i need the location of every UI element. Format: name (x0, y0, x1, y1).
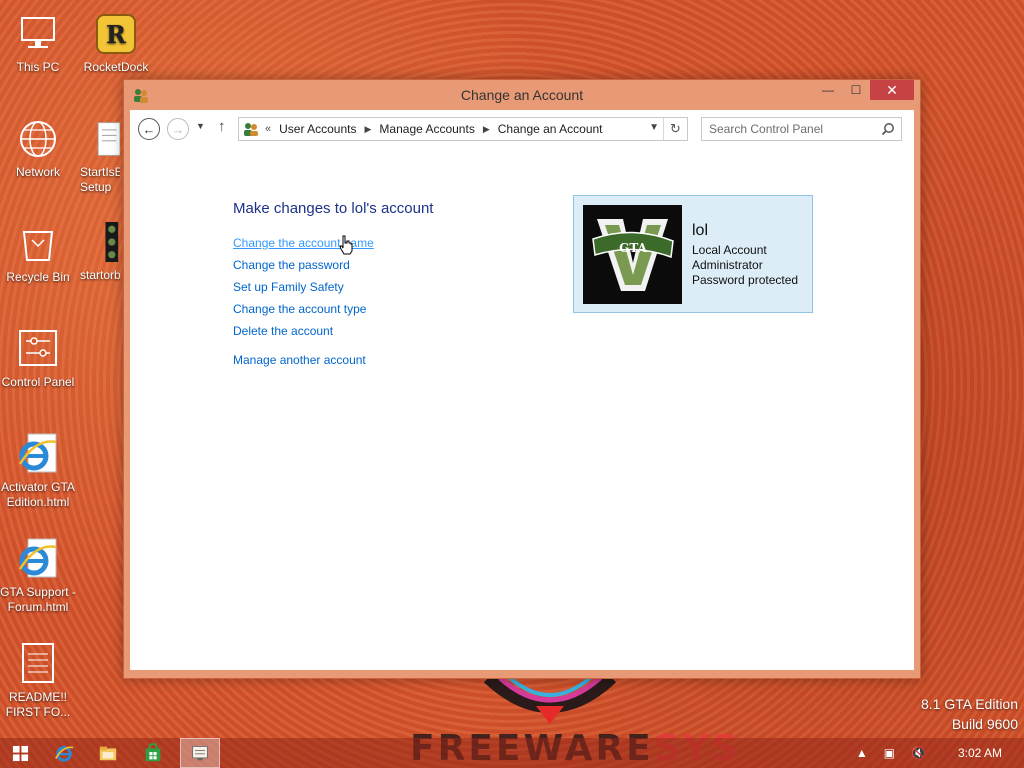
desktop-icon-label: Network (15, 165, 60, 179)
minimize-button[interactable]: — (814, 80, 842, 100)
computer-icon (14, 10, 62, 58)
desktop-icon-activator-html[interactable]: Activator GTA Edition.html (0, 430, 76, 510)
system-tray: ▲ ▣ 🔇 (848, 738, 934, 768)
control-panel-taskbar-icon[interactable] (180, 738, 220, 768)
desktop-icon-readme[interactable]: README!! FIRST FO... (0, 640, 76, 720)
startorb-image-icon (80, 218, 120, 266)
taskbar-clock[interactable]: 3:02 AM (958, 746, 1002, 760)
close-button[interactable]: ✕ (870, 80, 914, 100)
change-account-window: Change an Account — ☐ ✕ ← → ▼ ↑ « User A… (123, 79, 921, 679)
breadcrumb-arrow-icon[interactable]: ▶ (365, 124, 372, 135)
build-edition: 8.1 GTA Edition (920, 696, 1018, 712)
window-content: ← → ▼ ↑ « User Accounts ▶ Manage Account… (130, 110, 914, 670)
account-avatar: GTA (583, 205, 682, 304)
desktop-icon-label: GTA Support - Forum.html (0, 585, 76, 614)
build-number: Build 9600 (951, 716, 1018, 732)
desktop-icon-label: RocketDock (83, 60, 149, 74)
page-heading: Make changes to lol's account (233, 200, 434, 217)
user-accounts-icon (244, 123, 258, 136)
manage-another-account-link[interactable]: Manage another account (233, 349, 374, 371)
desktop-icon-control-panel[interactable]: Control Panel (0, 325, 76, 390)
breadcrumb-user-accounts[interactable]: User Accounts (279, 122, 356, 136)
desktop-icon-this-pc[interactable]: This PC (0, 10, 76, 75)
desktop-icon-label: Activator GTA Edition.html (1, 480, 75, 509)
desktop-icon-rocketdock[interactable]: R RocketDock (78, 10, 154, 75)
store-icon[interactable] (133, 738, 173, 768)
desktop-icon-startisback[interactable]: StartIsBack Setup (80, 115, 120, 195)
account-role: Administrator (692, 258, 763, 272)
breadcrumb-overflow[interactable]: « (265, 123, 271, 135)
build-info: 8.1 GTA Edition Build 9600 (921, 694, 1018, 734)
breadcrumb-change-account[interactable]: Change an Account (498, 122, 603, 136)
rocketdock-icon: R (92, 10, 140, 58)
window-title: Change an Account (460, 87, 584, 103)
taskbar: ▲ ▣ 🔇 3:02 AM (0, 738, 1024, 768)
watermark-logo-icon (483, 676, 617, 724)
account-type: Local Account (692, 243, 767, 257)
maximize-button[interactable]: ☐ (842, 80, 870, 100)
back-arrow-icon[interactable]: ← (138, 118, 160, 140)
recycle-bin-icon (14, 220, 62, 268)
internet-explorer-icon (14, 430, 62, 478)
show-hidden-icons-icon[interactable]: ▲ (856, 746, 868, 760)
volume-muted-icon[interactable]: 🔇 (911, 746, 926, 760)
search-input[interactable] (709, 122, 874, 136)
address-bar[interactable]: « User Accounts ▶ Manage Accounts ▶ Chan… (238, 117, 688, 141)
account-details: Local Account Administrator Password pro… (692, 243, 798, 288)
desktop-icon-label: Recycle Bin (6, 270, 70, 284)
internet-explorer-icon (14, 535, 62, 583)
file-explorer-icon[interactable] (88, 738, 128, 768)
desktop-icon-label: README!! FIRST FO... (5, 690, 71, 719)
network-globe-icon (14, 115, 62, 163)
gta-v-logo-icon: GTA (583, 205, 682, 304)
address-dropdown-icon[interactable]: ▼ (649, 122, 659, 133)
avatar-text: GTA (619, 241, 648, 255)
account-card: GTA lol Local Account Administrator Pass… (573, 195, 813, 313)
breadcrumb-arrow-icon[interactable]: ▶ (483, 124, 490, 135)
desktop-icon-network[interactable]: Network (0, 115, 76, 180)
change-password-link[interactable]: Change the password (233, 254, 374, 276)
internet-explorer-icon[interactable] (44, 738, 84, 768)
account-status: Password protected (692, 273, 799, 287)
family-safety-link[interactable]: Set up Family Safety (233, 276, 374, 298)
search-icon[interactable] (881, 122, 895, 136)
desktop-icon-label: startorb (80, 268, 120, 282)
refresh-icon[interactable]: ↻ (663, 118, 687, 140)
desktop-icon-gta-support-html[interactable]: GTA Support - Forum.html (0, 535, 76, 615)
up-arrow-icon[interactable]: ↑ (218, 118, 226, 135)
desktop-icon-startorb[interactable]: startorb (80, 218, 120, 283)
forward-arrow-icon[interactable]: → (167, 118, 189, 140)
desktop-icon-label: StartIsBack Setup (80, 165, 120, 194)
change-account-type-link[interactable]: Change the account type (233, 298, 374, 320)
network-tray-icon[interactable]: ▣ (884, 746, 895, 760)
breadcrumb-manage-accounts[interactable]: Manage Accounts (379, 122, 474, 136)
desktop-icon-label: Control Panel (1, 375, 75, 389)
start-icon[interactable] (0, 738, 40, 768)
svg-text:R: R (106, 20, 127, 49)
text-document-icon (14, 640, 62, 688)
delete-account-link[interactable]: Delete the account (233, 320, 374, 342)
setup-document-icon (80, 115, 120, 163)
control-panel-icon (14, 325, 62, 373)
search-box[interactable] (701, 117, 902, 141)
title-bar[interactable]: Change an Account — ☐ ✕ (124, 80, 920, 110)
recent-locations-chevron-icon[interactable]: ▼ (196, 121, 205, 131)
navigation-bar: ← → ▼ ↑ « User Accounts ▶ Manage Account… (130, 110, 914, 146)
hand-cursor-icon (339, 235, 353, 255)
account-name: lol (692, 222, 709, 239)
desktop-icon-recycle-bin[interactable]: Recycle Bin (0, 220, 76, 285)
desktop-icon-label: This PC (16, 60, 60, 74)
